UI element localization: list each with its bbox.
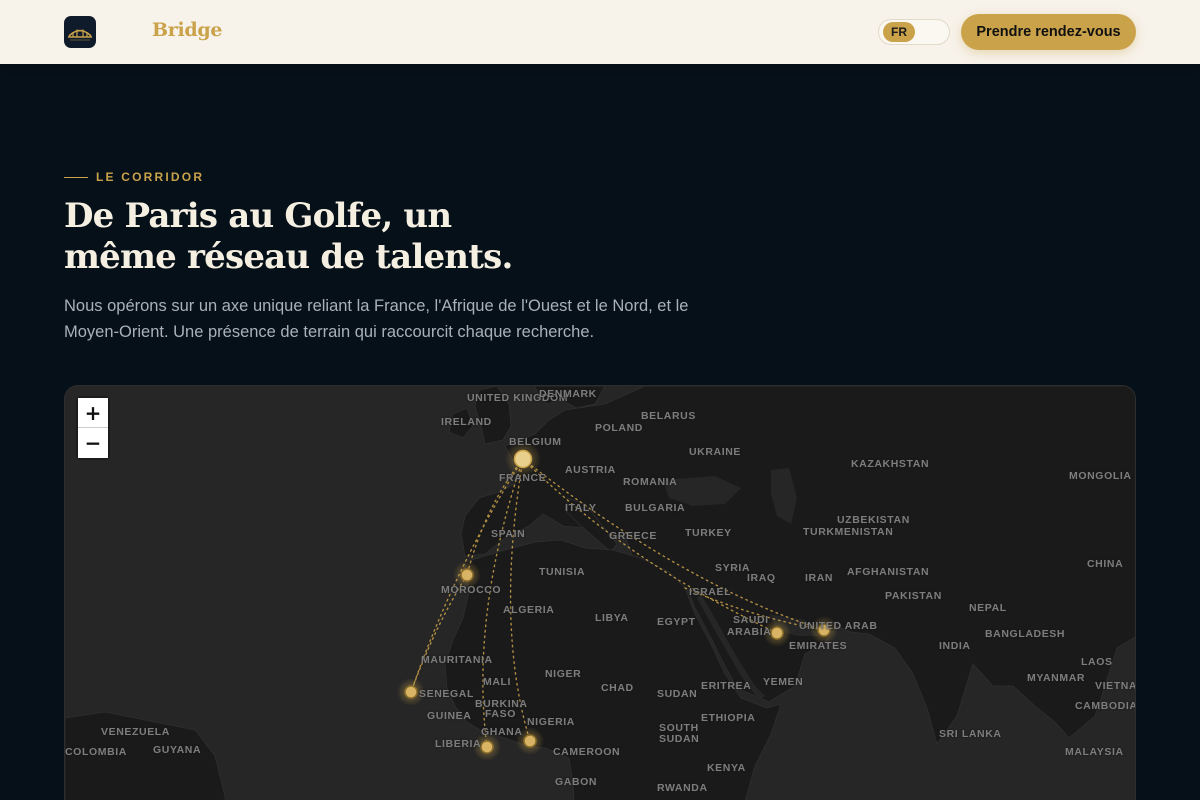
map-label: Arabia <box>727 626 772 638</box>
section-eyebrow: LE CORRIDOR <box>64 170 204 184</box>
map-label: Gabon <box>555 776 598 788</box>
map-label: Denmark <box>539 388 597 400</box>
map-label: Mongolia <box>1069 470 1132 482</box>
map-label: Faso <box>485 708 516 720</box>
map-label: Eritrea <box>701 680 752 692</box>
map-label: Algeria <box>503 604 555 616</box>
section-title-line-1: De Paris au Golfe, un <box>64 196 452 236</box>
map-label: Cameroon <box>553 746 621 758</box>
section-title-line-2: même réseau de talents. <box>64 237 513 277</box>
map-label: Mauritania <box>421 654 493 666</box>
section-title: De Paris au Golfe, un même réseau de tal… <box>64 196 624 278</box>
map-label: Malaysia <box>1065 746 1124 758</box>
language-toggle[interactable]: FR <box>878 19 950 45</box>
map-label: Nigeria <box>527 716 575 728</box>
map-label: Belarus <box>641 410 696 422</box>
map-label: Venezuela <box>101 726 170 738</box>
map-label: Bangladesh <box>985 628 1066 640</box>
zoom-out-button[interactable]: − <box>78 428 108 458</box>
map-label: Chad <box>601 682 634 694</box>
map-label: Emirates <box>789 640 848 652</box>
map-label: France <box>499 472 547 484</box>
map-label: Rwanda <box>657 782 708 794</box>
marker-abidjan[interactable] <box>480 740 494 754</box>
map-label: Pakistan <box>885 590 942 602</box>
map-label: Myanmar <box>1027 672 1086 684</box>
map-label: Iraq <box>747 572 776 584</box>
map-label: Ukraine <box>689 446 742 458</box>
map-label: Laos <box>1081 656 1113 668</box>
map-label: Belgium <box>509 436 562 448</box>
map-label: Ireland <box>441 416 492 428</box>
map-label: Libya <box>595 612 629 624</box>
map-label: Cambodia <box>1075 700 1136 712</box>
zoom-in-button[interactable]: + <box>78 398 108 428</box>
brand-name[interactable]: Bridge <box>152 19 222 41</box>
map-label: Colombia <box>65 746 127 758</box>
section-description: Nous opérons sur un axe unique reliant l… <box>64 293 754 345</box>
map-label: Niger <box>545 668 582 680</box>
map-label: Afghanistan <box>847 566 930 578</box>
map-zoom-controls: + − <box>78 398 108 458</box>
map-label: Austria <box>565 464 616 476</box>
map-label: Kazakhstan <box>851 458 930 470</box>
corridor-map[interactable]: + − United Kingdom Ireland Denmark Belar… <box>64 385 1136 800</box>
map-label: Saudi <box>733 614 769 626</box>
map-label: Vietnam <box>1095 680 1135 692</box>
eyebrow-text: LE CORRIDOR <box>96 170 205 184</box>
map-label: Guinea <box>427 710 472 722</box>
map-label: Italy <box>565 502 597 514</box>
map-label: Romania <box>623 476 678 488</box>
map-label: China <box>1087 558 1124 570</box>
section-description-line-1: Nous opérons sur un axe unique reliant l… <box>64 297 689 315</box>
map-label: Poland <box>595 422 643 434</box>
map-label: Yemen <box>763 676 804 688</box>
marker-lagos[interactable] <box>523 734 537 748</box>
marker-paris[interactable] <box>513 449 533 469</box>
marker-riyadh[interactable] <box>770 626 784 640</box>
map-label: Turkmenistan <box>803 526 894 538</box>
map-label: Guyana <box>153 744 202 756</box>
map-label: Ethiopia <box>701 712 756 724</box>
map-label: Syria <box>715 562 751 574</box>
eyebrow-line <box>64 176 88 178</box>
map-label: United Arab <box>799 620 878 632</box>
map-label: Mali <box>483 676 512 688</box>
map-label: Greece <box>609 530 657 542</box>
map-label: Sudan <box>659 733 700 745</box>
map-label: Nepal <box>969 602 1007 614</box>
map-label: Senegal <box>419 688 474 700</box>
language-option-fr[interactable]: FR <box>883 22 915 42</box>
section-description-line-2: Moyen-Orient. Une présence de terrain qu… <box>64 323 595 341</box>
map-label: Sudan <box>657 688 698 700</box>
map-label: Israel <box>689 586 732 598</box>
top-header: Bridge FR Prendre rendez-vous <box>0 0 1200 64</box>
map-label: Liberia <box>435 738 482 750</box>
map-label: Ghana <box>481 726 523 738</box>
marker-casablanca[interactable] <box>460 568 474 582</box>
book-appointment-button[interactable]: Prendre rendez-vous <box>961 14 1136 50</box>
map-label: Turkey <box>685 527 732 539</box>
map-label: Bulgaria <box>625 502 686 514</box>
map-label: India <box>939 640 971 652</box>
map-label: Uzbekistan <box>837 514 910 526</box>
map-label: Sri Lanka <box>939 728 1002 740</box>
map-label: Kenya <box>707 762 746 774</box>
marker-dakar[interactable] <box>404 685 418 699</box>
map-label: Tunisia <box>539 566 586 578</box>
map-label: Spain <box>491 528 526 540</box>
bridge-logo-icon[interactable] <box>64 16 96 48</box>
map-label: Morocco <box>441 584 502 596</box>
map-label: Egypt <box>657 616 696 628</box>
map-label: Iran <box>805 572 834 584</box>
